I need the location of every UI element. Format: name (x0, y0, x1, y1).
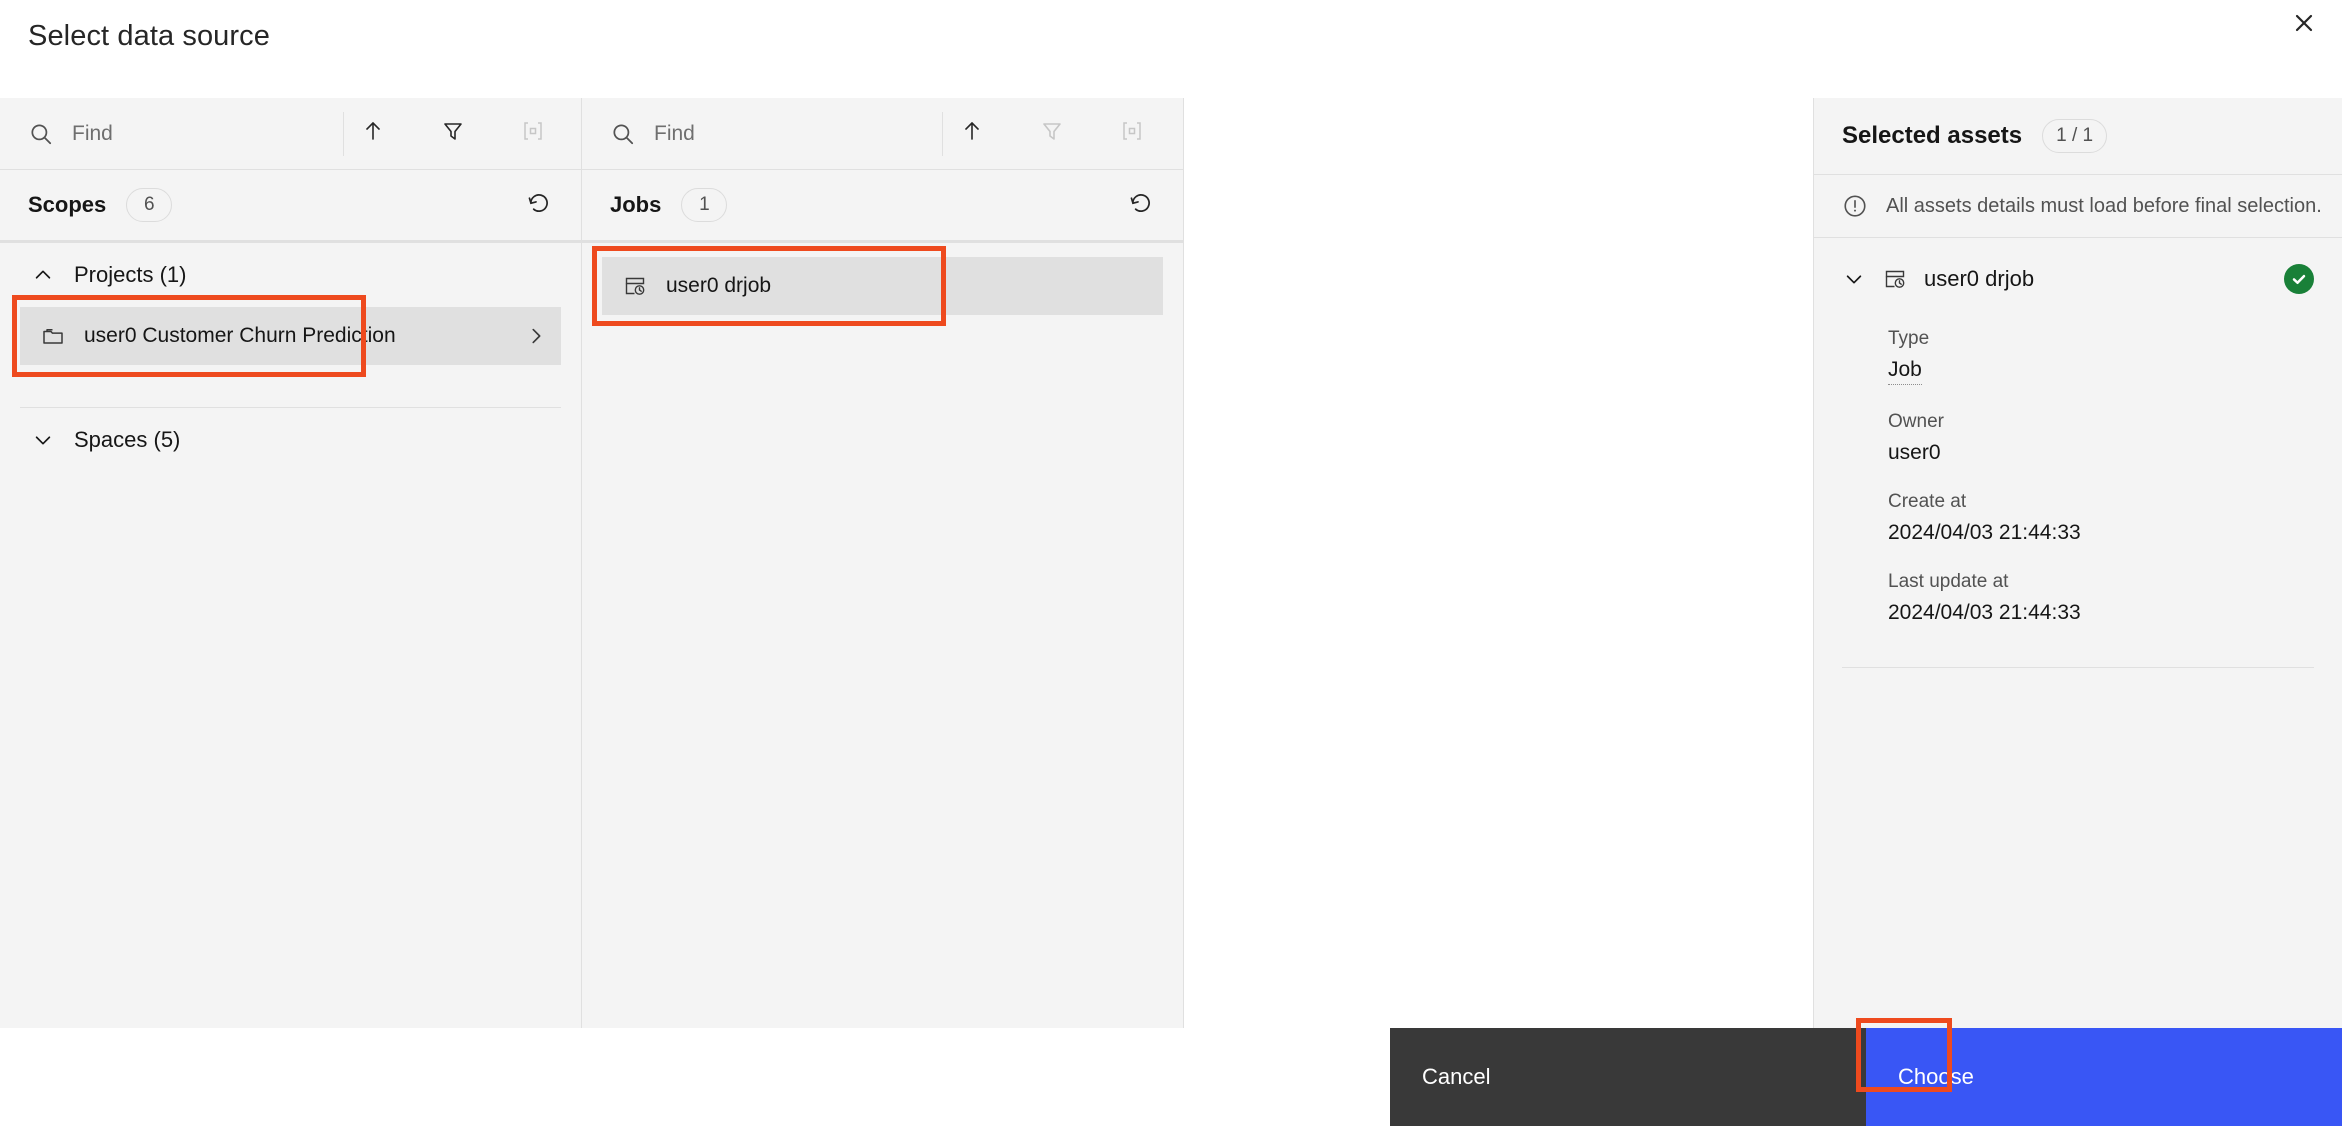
field-value: user0 (1888, 441, 1941, 464)
group-spaces[interactable]: Spaces (5) (0, 408, 581, 472)
chevron-down-icon[interactable] (1842, 267, 1866, 291)
page-title: Select data source (28, 20, 270, 52)
chevron-up-icon (30, 262, 56, 288)
group-projects[interactable]: Projects (1) (0, 243, 581, 307)
jobs-toolbar (942, 111, 1183, 156)
field-value: 2024/04/03 21:44:33 (1888, 521, 2081, 544)
sort-ascending-button[interactable] (344, 112, 402, 156)
refresh-icon (526, 190, 552, 221)
fit-to-screen-button[interactable] (1103, 112, 1161, 156)
jobs-count-badge: 1 (681, 188, 728, 222)
selected-assets-panel: Selected assets 1 / 1 All assets details… (1814, 98, 2342, 1028)
field-label: Last update at (1888, 571, 2009, 592)
chevron-down-icon (30, 427, 56, 453)
fit-to-screen-icon (1120, 119, 1144, 148)
load-notice: All assets details must load before fina… (1814, 174, 2342, 238)
list-item-label: user0 Customer Churn Prediction (84, 324, 396, 347)
jobs-list: user0 drjob (582, 246, 1183, 326)
field-value: 2024/04/03 21:44:33 (1888, 601, 2081, 624)
panels-container: Scopes 6 Projects (1) (0, 98, 2342, 1028)
asset-field-create-at: Create at 2024/04/03 21:44:33 (1842, 491, 2314, 545)
jobs-panel: Jobs 1 (582, 98, 1184, 1028)
scopes-count-badge: 6 (126, 188, 173, 222)
close-icon (2292, 11, 2316, 35)
fit-to-screen-icon (521, 119, 545, 148)
projects-list: user0 Customer Churn Prediction (0, 295, 581, 377)
jobs-search-row (582, 98, 1183, 170)
jobs-title: Jobs (610, 192, 662, 217)
filter-icon (441, 119, 465, 148)
scopes-search-row (0, 98, 581, 170)
cancel-button[interactable]: Cancel (1390, 1028, 1866, 1126)
jobs-header: Jobs 1 (582, 170, 1183, 240)
refresh-icon (1128, 190, 1154, 221)
selected-assets-title: Selected assets (1842, 122, 2023, 149)
scopes-panel: Scopes 6 Projects (1) (0, 98, 582, 1028)
dialog-titlebar: Select data source (0, 0, 2342, 98)
scopes-header: Scopes 6 (0, 170, 581, 240)
list-item-label: user0 drjob (666, 274, 772, 297)
scopes-toolbar (343, 111, 584, 156)
chevron-right-icon[interactable] (523, 323, 549, 349)
group-projects-label: Projects (1) (74, 262, 187, 287)
scopes-title: Scopes (28, 192, 107, 217)
warning-circle-icon (1842, 193, 1868, 219)
jobs-divider (582, 240, 1183, 243)
filter-button[interactable] (424, 112, 482, 156)
filter-icon (1040, 119, 1064, 148)
selected-asset-block: user0 drjob Type Job Owner user0 Create … (1814, 238, 2342, 668)
group-spaces-label: Spaces (5) (74, 427, 181, 452)
selected-asset-divider (1842, 667, 2314, 668)
asset-field-type: Type Job (1842, 328, 2314, 385)
selected-assets-count-badge: 1 / 1 (2042, 119, 2108, 153)
field-label: Owner (1888, 411, 1944, 432)
field-value: Job (1888, 358, 1922, 385)
list-item-job[interactable]: user0 drjob (602, 257, 1163, 315)
field-label: Type (1888, 328, 1930, 349)
fit-to-screen-button[interactable] (504, 112, 562, 156)
sort-ascending-icon (361, 119, 385, 148)
sort-ascending-icon (960, 119, 984, 148)
list-item-project[interactable]: user0 Customer Churn Prediction (20, 307, 561, 365)
sort-ascending-button[interactable] (943, 112, 1001, 156)
search-input[interactable] (72, 98, 343, 169)
dialog-footer: Cancel Choose (1390, 1018, 2342, 1126)
folder-icon (40, 323, 66, 349)
selected-assets-header: Selected assets 1 / 1 (1814, 98, 2342, 174)
field-label: Create at (1888, 491, 1967, 512)
filter-button[interactable] (1023, 112, 1081, 156)
search-icon (610, 121, 636, 147)
close-button[interactable] (2276, 0, 2332, 46)
asset-field-owner: Owner user0 (1842, 411, 2314, 465)
selected-asset-header[interactable]: user0 drjob (1842, 256, 2314, 302)
selected-asset-name: user0 drjob (1924, 266, 2035, 291)
select-data-source-dialog: Select data source Find Scopes 6 Project… (0, 0, 2342, 1126)
refresh-scopes-button[interactable] (517, 183, 561, 227)
job-icon (622, 273, 648, 299)
search-icon (28, 121, 54, 147)
choose-button[interactable]: Choose (1866, 1028, 2342, 1126)
refresh-jobs-button[interactable] (1119, 183, 1163, 227)
load-notice-text: All assets details must load before fina… (1886, 194, 2322, 217)
job-icon (1882, 266, 1908, 292)
preview-panel (1184, 98, 1814, 1028)
check-circle-icon (2284, 264, 2314, 294)
asset-field-last-update-at: Last update at 2024/04/03 21:44:33 (1842, 571, 2314, 625)
search-input[interactable] (654, 98, 942, 169)
